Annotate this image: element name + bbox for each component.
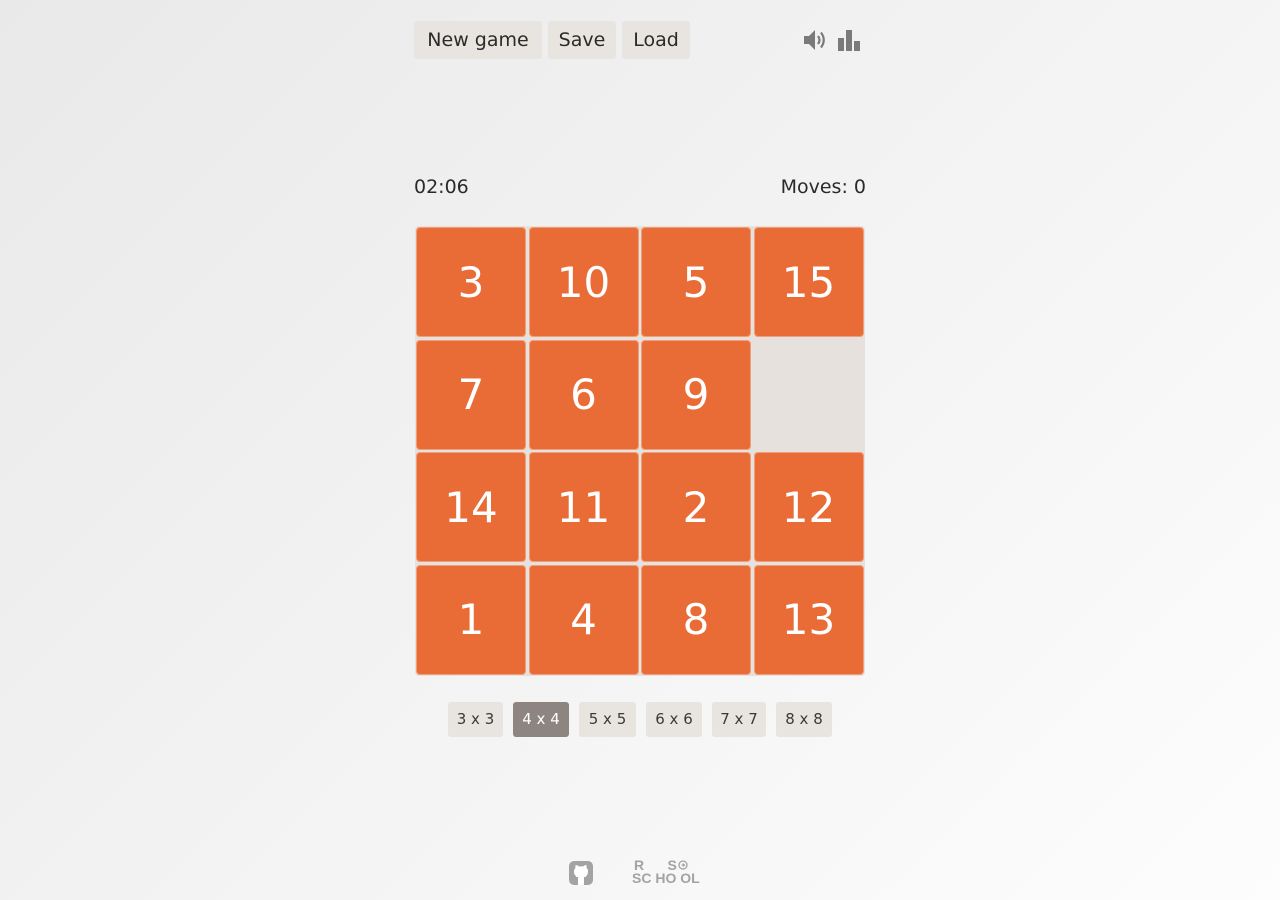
tile[interactable]: 9 [641,339,751,450]
tile[interactable]: 15 [753,227,864,337]
size-option[interactable]: 4 x 4 [513,702,569,737]
tile[interactable]: 1 [416,564,526,675]
empty-cell [753,339,864,450]
size-option[interactable]: 5 x 5 [579,702,636,737]
tile[interactable]: 10 [528,227,639,337]
size-option[interactable]: 3 x 3 [448,702,503,737]
github-icon[interactable] [568,860,594,886]
moves-counter: Moves: 0 [780,176,866,198]
tile[interactable]: 7 [416,339,526,450]
save-button[interactable]: Save [548,21,616,59]
speaker-icon[interactable] [802,27,830,53]
puzzle-board: 3 10 5 15 7 6 9 14 11 2 12 1 4 8 13 [415,226,865,676]
rs-logo-mark [678,860,688,870]
size-option[interactable]: 8 x 8 [776,702,832,737]
tile[interactable]: 3 [416,227,526,337]
load-button[interactable]: Load [622,21,690,59]
tile[interactable]: 11 [528,452,639,562]
tile[interactable]: 2 [641,452,751,562]
game-container: New game Save Load 02:06 Moves: 0 3 10 5 15… [414,0,866,900]
status-bar: 02:06 Moves: 0 [414,176,866,204]
tile[interactable]: 13 [753,564,864,675]
bar-chart-icon[interactable] [836,27,864,53]
new-game-button[interactable]: New game [414,21,542,59]
rs-school-logo[interactable]: R S SC HO OL [632,858,704,888]
tile[interactable]: 12 [753,452,864,562]
footer: R S SC HO OL [414,858,866,888]
tile[interactable]: 8 [641,564,751,675]
tile[interactable]: 5 [641,227,751,337]
toolbar: New game Save Load [414,21,866,59]
tile[interactable]: 4 [528,564,639,675]
timer: 02:06 [414,176,469,198]
board-size-selector: 3 x 3 4 x 4 5 x 5 6 x 6 7 x 7 8 x 8 [414,702,866,737]
size-option[interactable]: 7 x 7 [712,702,766,737]
size-option[interactable]: 6 x 6 [646,702,702,737]
tile[interactable]: 14 [416,452,526,562]
tile[interactable]: 6 [528,339,639,450]
